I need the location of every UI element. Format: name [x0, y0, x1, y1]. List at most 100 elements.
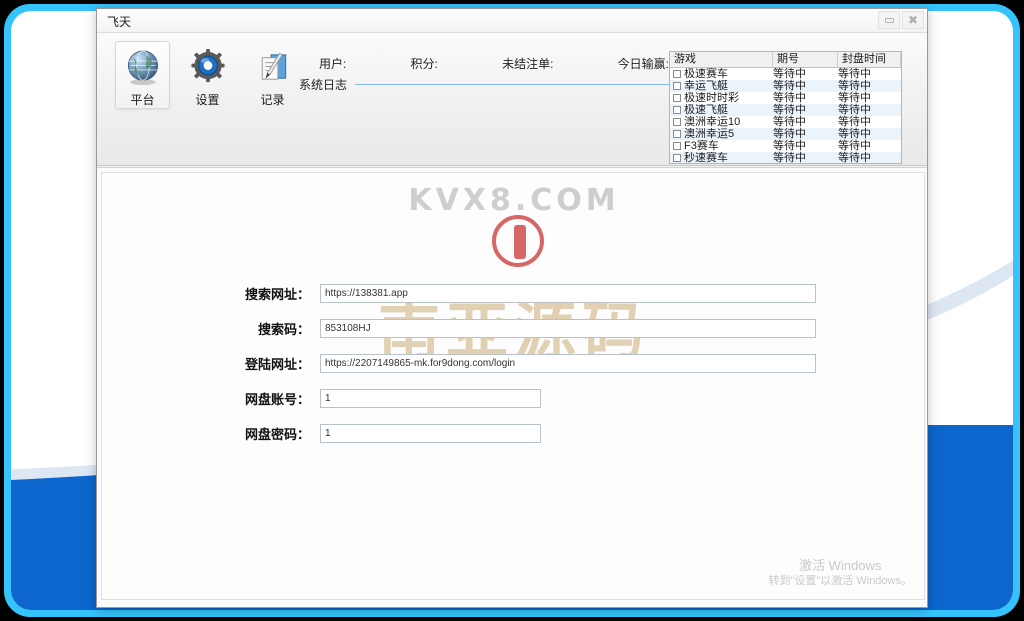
game-name: 极速时时彩 — [684, 92, 739, 104]
watermark-logo-icon — [492, 215, 544, 267]
system-log-row: 系统日志 — [299, 76, 679, 93]
row-checkbox[interactable] — [673, 118, 681, 126]
activation-line-2: 转到"设置"以激活 Windows。 — [769, 574, 913, 589]
close-time-cell: 等待中 — [838, 80, 901, 92]
globe-icon — [123, 48, 163, 87]
field-input[interactable]: https://2207149865-mk.for9dong.com/login — [320, 354, 816, 373]
column-header-game: 游戏 — [670, 52, 773, 67]
toolbar-button-records[interactable]: 记录 — [245, 41, 300, 109]
notes-icon — [253, 48, 293, 87]
issue-cell: 等待中 — [773, 140, 838, 152]
issue-cell: 等待中 — [773, 80, 838, 92]
toolbar-buttons: 平台 — [115, 41, 300, 109]
status-today-label: 今日输赢: — [618, 55, 669, 72]
close-time-cell: 等待中 — [838, 152, 901, 164]
game-table-header: 游戏 期号 封盘时间 — [670, 52, 901, 68]
game-name: 澳洲幸运5 — [684, 128, 734, 140]
issue-cell: 等待中 — [773, 104, 838, 116]
game-cell: 极速飞艇 — [670, 104, 773, 116]
game-table-body: 极速赛车等待中等待中幸运飞艇等待中等待中极速时时彩等待中等待中极速飞艇等待中等待… — [670, 68, 901, 164]
row-checkbox[interactable] — [673, 154, 681, 162]
form-row: 网盘账号：1 — [202, 388, 541, 408]
activation-line-1: 激活 Windows — [769, 557, 913, 575]
watermark: KVX8.COM 南亚源码 — [102, 173, 926, 503]
game-cell: 秒速赛车 — [670, 152, 773, 164]
close-time-cell: 等待中 — [838, 116, 901, 128]
issue-cell: 等待中 — [773, 152, 838, 164]
game-cell: 极速时时彩 — [670, 92, 773, 104]
title-bar: 飞天 ✖ — [97, 9, 927, 33]
field-input[interactable]: 1 — [320, 389, 541, 408]
toolbar-label-platform: 平台 — [130, 91, 154, 108]
row-checkbox[interactable] — [673, 70, 681, 78]
toolbar-label-settings: 设置 — [195, 91, 219, 108]
application-window: 飞天 ✖ — [96, 8, 928, 608]
game-cell: 澳洲幸运5 — [670, 128, 773, 140]
field-input[interactable]: 853108HJ — [320, 319, 816, 338]
status-unsettled-label: 未结注单: — [502, 55, 553, 72]
table-row[interactable]: 幸运飞艇 等待中等待中 — [670, 80, 901, 92]
column-header-issue: 期号 — [773, 52, 838, 67]
issue-cell: 等待中 — [773, 116, 838, 128]
issue-cell: 等待中 — [773, 68, 838, 80]
content-panel: KVX8.COM 南亚源码 搜索网址：https://138381.app 搜索码… — [97, 167, 928, 608]
status-bar: 用户: 积分: 未结注单: 今日输赢: — [319, 55, 669, 72]
close-time-cell: 等待中 — [838, 68, 901, 80]
field-label: 搜索码： — [202, 319, 320, 338]
close-time-cell: 等待中 — [838, 92, 901, 104]
game-cell: 澳洲幸运10 — [670, 116, 773, 128]
game-name: 幸运飞艇 — [684, 80, 728, 92]
table-row[interactable]: F3赛车等待中等待中 — [670, 140, 901, 152]
close-icon: ✖ — [908, 14, 918, 26]
table-row[interactable]: 极速时时彩 等待中等待中 — [670, 92, 901, 104]
table-row[interactable]: 秒速赛车 等待中等待中 — [670, 152, 901, 164]
system-log-label: 系统日志 — [299, 76, 347, 93]
field-input[interactable]: https://138381.app — [320, 284, 816, 303]
window-controls: ✖ — [878, 11, 924, 29]
game-name: 秒速赛车 — [684, 152, 728, 164]
row-checkbox[interactable] — [673, 94, 681, 102]
minimize-icon — [885, 18, 894, 23]
row-checkbox[interactable] — [673, 106, 681, 114]
close-button[interactable]: ✖ — [902, 11, 924, 29]
row-checkbox[interactable] — [673, 142, 681, 150]
form-row: 网盘密码：1 — [202, 423, 541, 443]
row-checkbox[interactable] — [673, 130, 681, 138]
windows-activation-watermark: 激活 Windows 转到"设置"以激活 Windows。 — [769, 557, 913, 589]
form-row: 搜索网址：https://138381.app — [202, 283, 816, 303]
window-title: 飞天 — [107, 13, 131, 30]
close-time-cell: 等待中 — [838, 128, 901, 140]
game-name: 极速飞艇 — [684, 104, 728, 116]
field-label: 登陆网址： — [202, 354, 320, 373]
system-log-divider — [355, 84, 679, 85]
form-row: 登陆网址：https://2207149865-mk.for9dong.com/… — [202, 353, 816, 373]
game-name: F3赛车 — [684, 140, 719, 152]
watermark-site-text: KVX8.COM — [102, 183, 926, 218]
issue-cell: 等待中 — [773, 128, 838, 140]
table-row[interactable]: 极速赛车等待中等待中 — [670, 68, 901, 80]
table-row[interactable]: 极速飞艇等待中等待中 — [670, 104, 901, 116]
row-checkbox[interactable] — [673, 82, 681, 90]
toolbar-area: 平台 — [97, 33, 927, 166]
game-cell: 幸运飞艇 — [670, 80, 773, 92]
gear-icon — [188, 48, 228, 87]
game-name: 澳洲幸运10 — [684, 116, 740, 128]
toolbar-button-platform[interactable]: 平台 — [115, 41, 170, 109]
issue-cell: 等待中 — [773, 92, 838, 104]
table-row[interactable]: 澳洲幸运10 等待中等待中 — [670, 116, 901, 128]
table-row[interactable]: 澳洲幸运5 等待中等待中 — [670, 128, 901, 140]
field-input[interactable]: 1 — [320, 424, 541, 443]
game-cell: F3赛车 — [670, 140, 773, 152]
status-points-label: 积分: — [411, 55, 438, 72]
toolbar-label-records: 记录 — [260, 91, 284, 108]
game-cell: 极速赛车 — [670, 68, 773, 80]
toolbar-button-settings[interactable]: 设置 — [180, 41, 235, 109]
game-table[interactable]: 游戏 期号 封盘时间 极速赛车等待中等待中幸运飞艇等待中等待中极速时时彩等待中等… — [669, 51, 902, 164]
content-inner: KVX8.COM 南亚源码 搜索网址：https://138381.app 搜索码… — [101, 172, 925, 600]
form-row: 搜索码：853108HJ — [202, 318, 816, 338]
status-user-label: 用户: — [319, 55, 346, 72]
field-label: 网盘账号： — [202, 389, 320, 408]
field-label: 网盘密码： — [202, 424, 320, 443]
minimize-button[interactable] — [878, 11, 900, 29]
column-header-close-time: 封盘时间 — [838, 52, 901, 67]
